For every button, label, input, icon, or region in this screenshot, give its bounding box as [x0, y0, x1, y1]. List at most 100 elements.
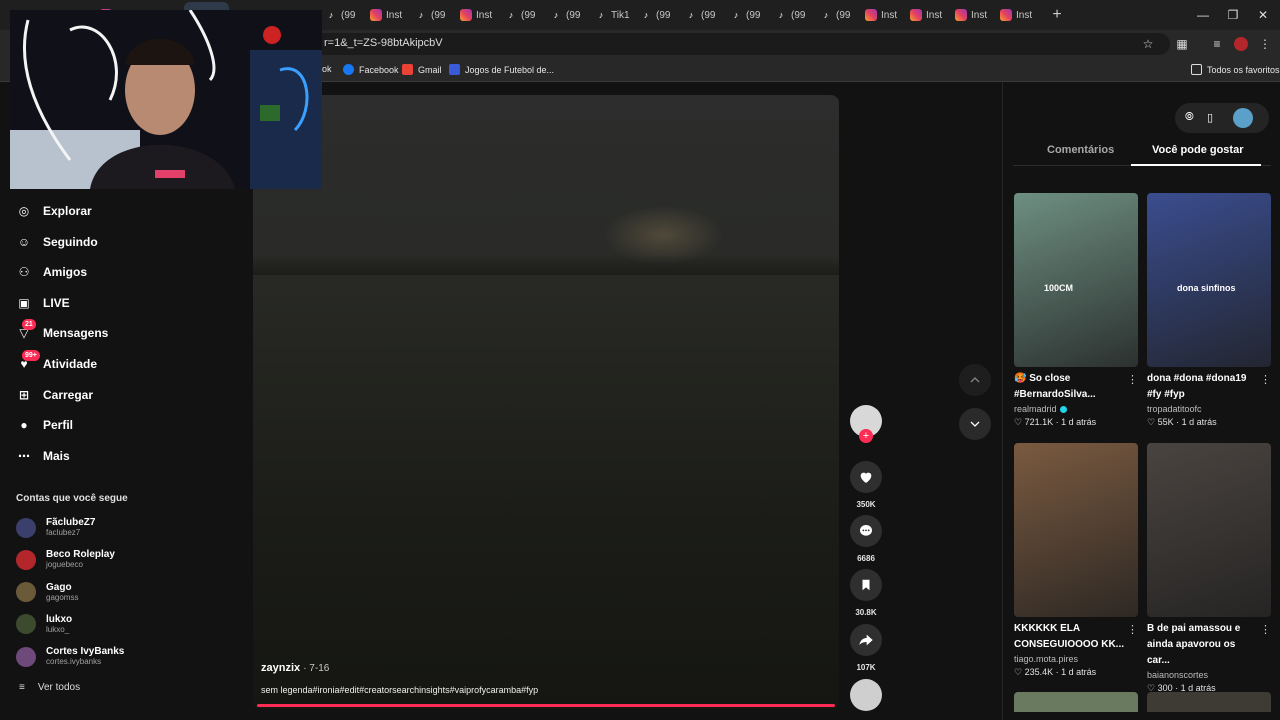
author-avatar[interactable]: + — [849, 405, 883, 443]
browser-tab[interactable]: Inst — [994, 2, 1039, 28]
like-button[interactable]: 350K — [849, 461, 883, 509]
followed-account[interactable]: lukxo lukxo_ — [16, 614, 72, 635]
browser-tab[interactable]: ♪ (99 — [679, 2, 724, 28]
card-more-icon[interactable]: ⋮ — [1260, 373, 1271, 386]
browser-tab[interactable]: Inst — [949, 2, 994, 28]
sidebar-item-atividade[interactable]: ♥ 99+ Atividade — [16, 350, 97, 372]
browser-tab[interactable]: ♪ (99 — [319, 2, 364, 28]
avatar — [16, 614, 36, 635]
bookmark-facebook[interactable]: Facebook — [343, 64, 399, 75]
tab-you-may-like[interactable]: Você pode gostar — [1152, 144, 1243, 156]
browser-tab[interactable]: ♪ (99 — [814, 2, 859, 28]
bookmark-jogos[interactable]: Jogos de Futebol de... — [449, 64, 554, 75]
followed-account[interactable]: Beco Roleplay joguebeco — [16, 549, 115, 570]
save-button[interactable]: 30.8K — [849, 569, 883, 617]
browser-tab[interactable]: Inst — [859, 2, 904, 28]
video-thumbnail[interactable] — [1147, 443, 1271, 617]
explore-compass-icon[interactable]: ⦾ — [1185, 111, 1194, 124]
user-avatar[interactable] — [1233, 108, 1253, 128]
media-control-icon[interactable]: ≡ — [1210, 37, 1224, 51]
card-author-name: baianonscortes — [1147, 670, 1209, 680]
card-more-icon[interactable]: ⋮ — [1127, 623, 1138, 636]
video-player[interactable]: zaynzix · 7-16 sem legenda#ironia#edit#c… — [253, 95, 839, 709]
browser-tab[interactable]: Inst — [904, 2, 949, 28]
card-title[interactable]: KKKKKK ELA CONSEGUIOOOO KK... — [1014, 621, 1126, 653]
video-progress-bar[interactable] — [257, 704, 835, 707]
followed-account[interactable]: Gago gagomss — [16, 582, 78, 603]
follow-plus-icon[interactable]: + — [859, 429, 873, 443]
video-author-line[interactable]: zaynzix · 7-16 — [261, 662, 329, 674]
sidebar-item-mais[interactable]: ⋯ Mais — [16, 448, 70, 464]
music-disc[interactable] — [849, 679, 883, 711]
card-likes: 235.4K — [1024, 667, 1054, 677]
bookmark-gmail[interactable]: Gmail — [402, 64, 442, 75]
device-icon[interactable]: ▯ — [1207, 111, 1213, 124]
webcam-image — [10, 10, 322, 189]
video-thumbnail[interactable]: dona sinfinos — [1147, 193, 1271, 367]
recommended-video-card[interactable]: 100CM 🥵 So close #BernardoSilva... realmad… — [1014, 193, 1138, 428]
recommended-video-card[interactable]: KKKKKK ELA CONSEGUIOOOO KK... tiago.mota.… — [1014, 443, 1138, 678]
comment-button[interactable]: 6686 — [849, 515, 883, 563]
card-title[interactable]: 🥵 So close #BernardoSilva... — [1014, 371, 1126, 403]
followed-account[interactable]: FãclubeZ7 faclubez7 — [16, 517, 95, 538]
star-icon[interactable]: ☆ — [1141, 37, 1155, 51]
notification-badge: 21 — [22, 319, 36, 331]
card-author-name: realmadrid — [1014, 404, 1057, 414]
browser-tab[interactable]: ♪ (99 — [409, 2, 454, 28]
card-title[interactable]: B de pai amassou e ainda apavorou os car… — [1147, 621, 1259, 669]
bookmark-all-favorites[interactable]: Todos os favoritos — [1191, 64, 1280, 75]
tab-title: Inst — [971, 9, 988, 21]
browser-tab[interactable]: ♪ Tik1 — [589, 2, 634, 28]
card-author[interactable]: realmadrid — [1014, 404, 1138, 414]
sidebar-item-live[interactable]: ▣ LIVE — [16, 295, 69, 311]
see-all-link[interactable]: ≡ Ver todos — [19, 682, 80, 693]
next-video-button[interactable] — [959, 408, 991, 440]
recommended-video-card[interactable]: B de pai amassou e ainda apavorou os car… — [1147, 443, 1271, 694]
upload-icon: ⊞ — [18, 387, 30, 402]
followed-account[interactable]: Cortes IvyBanks cortes.ivybanks — [16, 646, 124, 667]
new-tab-button[interactable]: + — [1045, 6, 1069, 24]
browser-tab[interactable]: Inst — [454, 2, 499, 28]
browser-tab[interactable]: ♪ (99 — [499, 2, 544, 28]
tab-title: (99 — [701, 9, 716, 21]
recommended-video-card[interactable]: dona sinfinos dona #dona #dona19 #fy #fyp… — [1147, 193, 1271, 428]
card-title[interactable]: dona #dona #dona19 #fy #fyp — [1147, 371, 1259, 403]
tab-title: (99 — [836, 9, 851, 21]
minimize-icon[interactable]: — — [1188, 0, 1218, 30]
account-text: Gago gagomss — [46, 582, 78, 603]
heart-outline-icon: ♡ — [1147, 417, 1158, 427]
card-author[interactable]: tropadatitoofc — [1147, 404, 1271, 414]
tab-title: (99 — [791, 9, 806, 21]
browser-tab[interactable]: ♪ (99 — [724, 2, 769, 28]
share-button[interactable]: 107K — [849, 624, 883, 672]
address-bar[interactable]: r=1&_t=ZS-98btAkipcbV — [300, 33, 1170, 55]
sidebar-item-explorar[interactable]: ◎ Explorar — [16, 203, 92, 219]
browser-tab[interactable]: ♪ (99 — [769, 2, 814, 28]
tiktok-icon: ♪ — [598, 10, 604, 20]
close-window-icon[interactable]: ✕ — [1248, 0, 1278, 30]
sidebar-item-seguindo[interactable]: ☺ Seguindo — [16, 234, 98, 250]
menu-icon[interactable]: ⋮ — [1258, 37, 1272, 51]
video-thumbnail[interactable]: 100CM — [1014, 193, 1138, 367]
extensions-icon[interactable]: ▦ — [1175, 37, 1189, 51]
video-thumbnail[interactable] — [1014, 443, 1138, 617]
card-author[interactable]: baianonscortes — [1147, 670, 1271, 680]
card-more-icon[interactable]: ⋮ — [1127, 373, 1138, 386]
tab-comments[interactable]: Comentários — [1047, 144, 1114, 156]
browser-tab[interactable]: ♪ (99 — [544, 2, 589, 28]
restore-icon[interactable]: ❐ — [1218, 0, 1248, 30]
sidebar-item-mensagens[interactable]: ▽ 21 Mensagens — [16, 319, 108, 341]
browser-tab[interactable]: ♪ (99 — [634, 2, 679, 28]
card-more-icon[interactable]: ⋮ — [1260, 623, 1271, 636]
profile-avatar-icon[interactable] — [1234, 37, 1248, 51]
card-author[interactable]: tiago.mota.pires — [1014, 654, 1138, 664]
sidebar-item-perfil[interactable]: ● Perfil — [16, 417, 73, 433]
video-author[interactable]: zaynzix — [261, 662, 300, 674]
bookmark-tiktok[interactable]: ok — [322, 64, 332, 74]
next-card-thumbnail[interactable] — [1014, 692, 1138, 712]
browser-tab[interactable]: Inst — [364, 2, 409, 28]
sidebar-item-carregar[interactable]: ⊞ Carregar — [16, 387, 93, 403]
previous-video-button[interactable] — [959, 364, 991, 396]
sidebar-item-amigos[interactable]: ⚇ Amigos — [16, 264, 87, 280]
next-card-thumbnail[interactable] — [1147, 692, 1271, 712]
